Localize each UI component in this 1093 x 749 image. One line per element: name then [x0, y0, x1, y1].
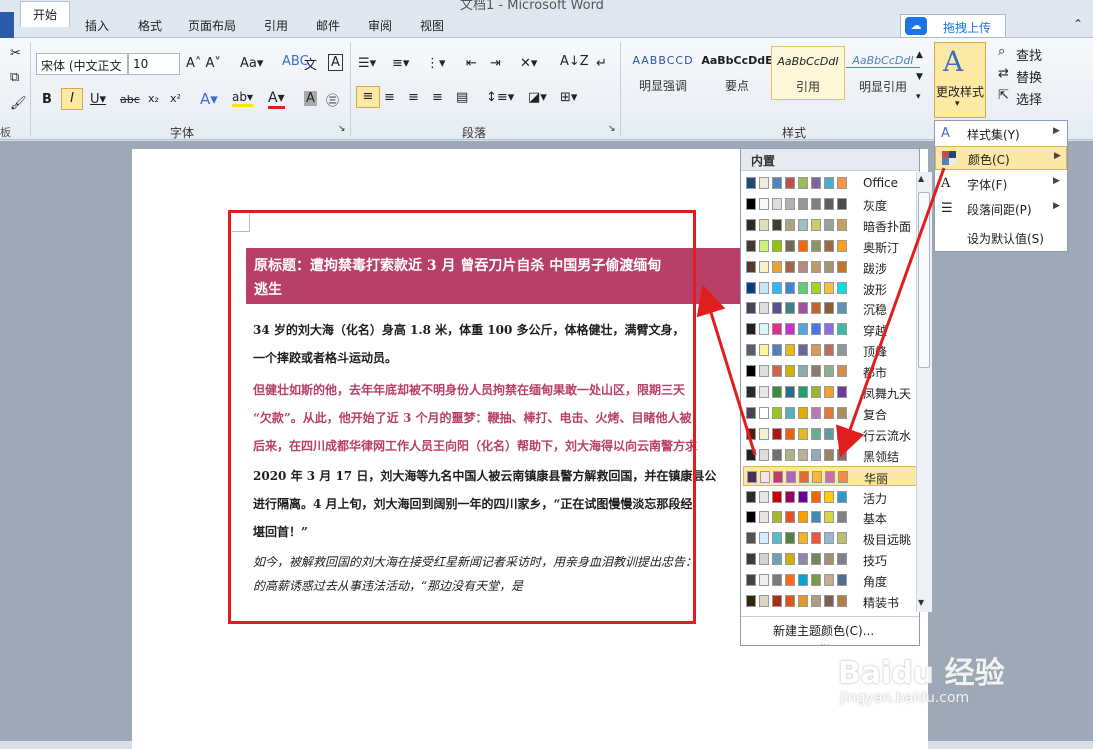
watermark: Baidu 经验 jingyan.baidu.com	[838, 648, 1048, 718]
annotation-arrows	[696, 167, 946, 458]
watermark-logo: Baidu 经验	[838, 656, 1005, 691]
arrow-to-theme	[835, 167, 946, 458]
arrow-to-title	[696, 284, 757, 456]
watermark-url: jingyan.baidu.com	[840, 690, 970, 706]
